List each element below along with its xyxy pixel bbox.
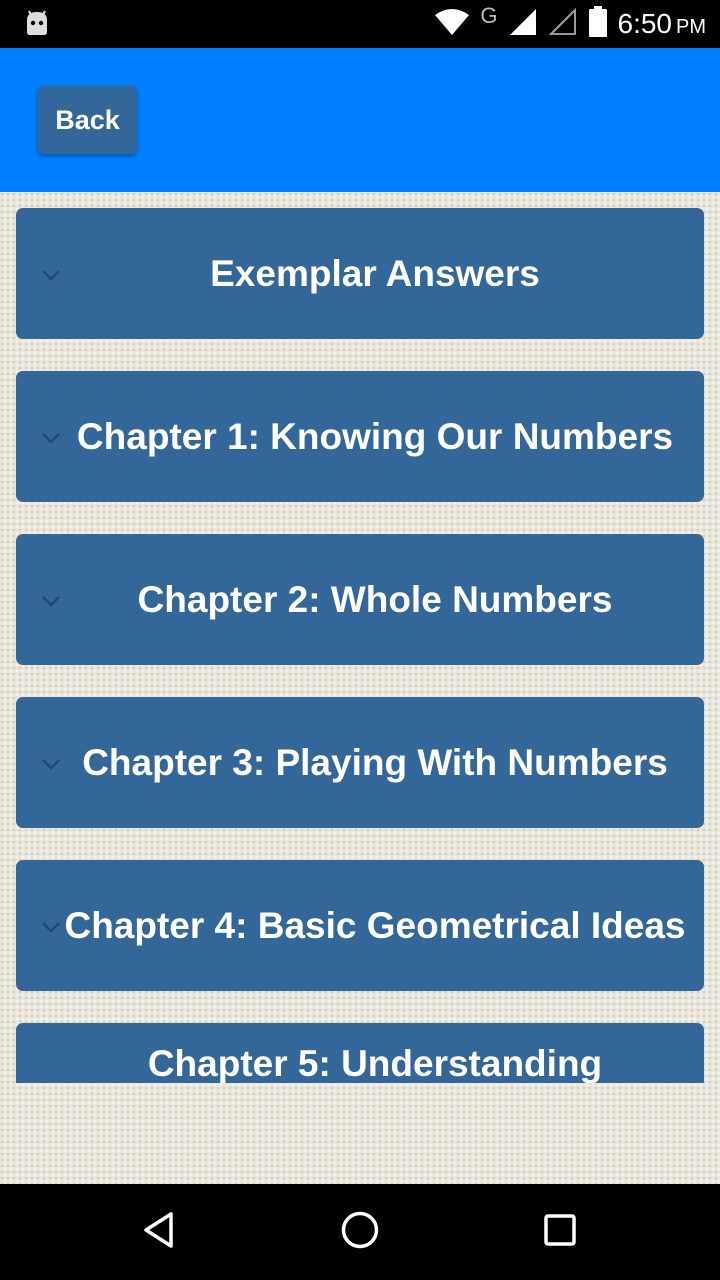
chapter-item-label: Chapter 4: Basic Geometrical Ideas [64, 904, 686, 946]
status-icons: G 6:50 PM [434, 0, 706, 48]
chapter-item-label: Chapter 3: Playing With Numbers [82, 741, 668, 783]
app-bar: Back [0, 48, 720, 192]
chapter-item-label: Chapter 1: Knowing Our Numbers [76, 415, 674, 457]
chapter-item-exemplar-answers[interactable]: Exemplar Answers [16, 208, 704, 339]
chapter-item-chapter-1[interactable]: Chapter 1: Knowing Our Numbers [16, 371, 704, 502]
wifi-icon [434, 8, 470, 41]
chapter-list[interactable]: Exemplar Answers Chapter 1: Knowing Our … [0, 192, 720, 1083]
chapter-item-chapter-3[interactable]: Chapter 3: Playing With Numbers [16, 697, 704, 828]
recents-square-icon [540, 1210, 580, 1255]
network-type-label: G [480, 3, 498, 28]
chapter-item-chapter-4[interactable]: Chapter 4: Basic Geometrical Ideas [16, 860, 704, 991]
signal-empty-icon [548, 7, 578, 42]
navigation-bar [0, 1184, 720, 1280]
chapter-item-chapter-2[interactable]: Chapter 2: Whole Numbers [16, 534, 704, 665]
battery-icon [588, 5, 608, 43]
android-debug-icon [22, 8, 52, 38]
back-triangle-icon [140, 1210, 180, 1255]
home-circle-icon [340, 1210, 380, 1255]
chapter-item-chapter-5[interactable]: Chapter 5: Understanding [16, 1023, 704, 1083]
signal-icon [508, 7, 538, 42]
chapter-item-label: Chapter 2: Whole Numbers [137, 578, 613, 620]
chapter-item-label: Exemplar Answers [210, 252, 540, 294]
status-bar: G 6:50 PM [0, 0, 720, 48]
chapter-item-label: Chapter 5: Understanding [147, 1043, 603, 1083]
nav-recents-button[interactable] [536, 1208, 584, 1256]
status-time: 6:50 PM [617, 8, 707, 39]
nav-home-button[interactable] [336, 1208, 384, 1256]
screen: G 6:50 PM Back Exemplar Answers Chapter … [0, 0, 720, 1280]
back-button[interactable]: Back [38, 86, 137, 154]
nav-back-button[interactable] [136, 1208, 184, 1256]
